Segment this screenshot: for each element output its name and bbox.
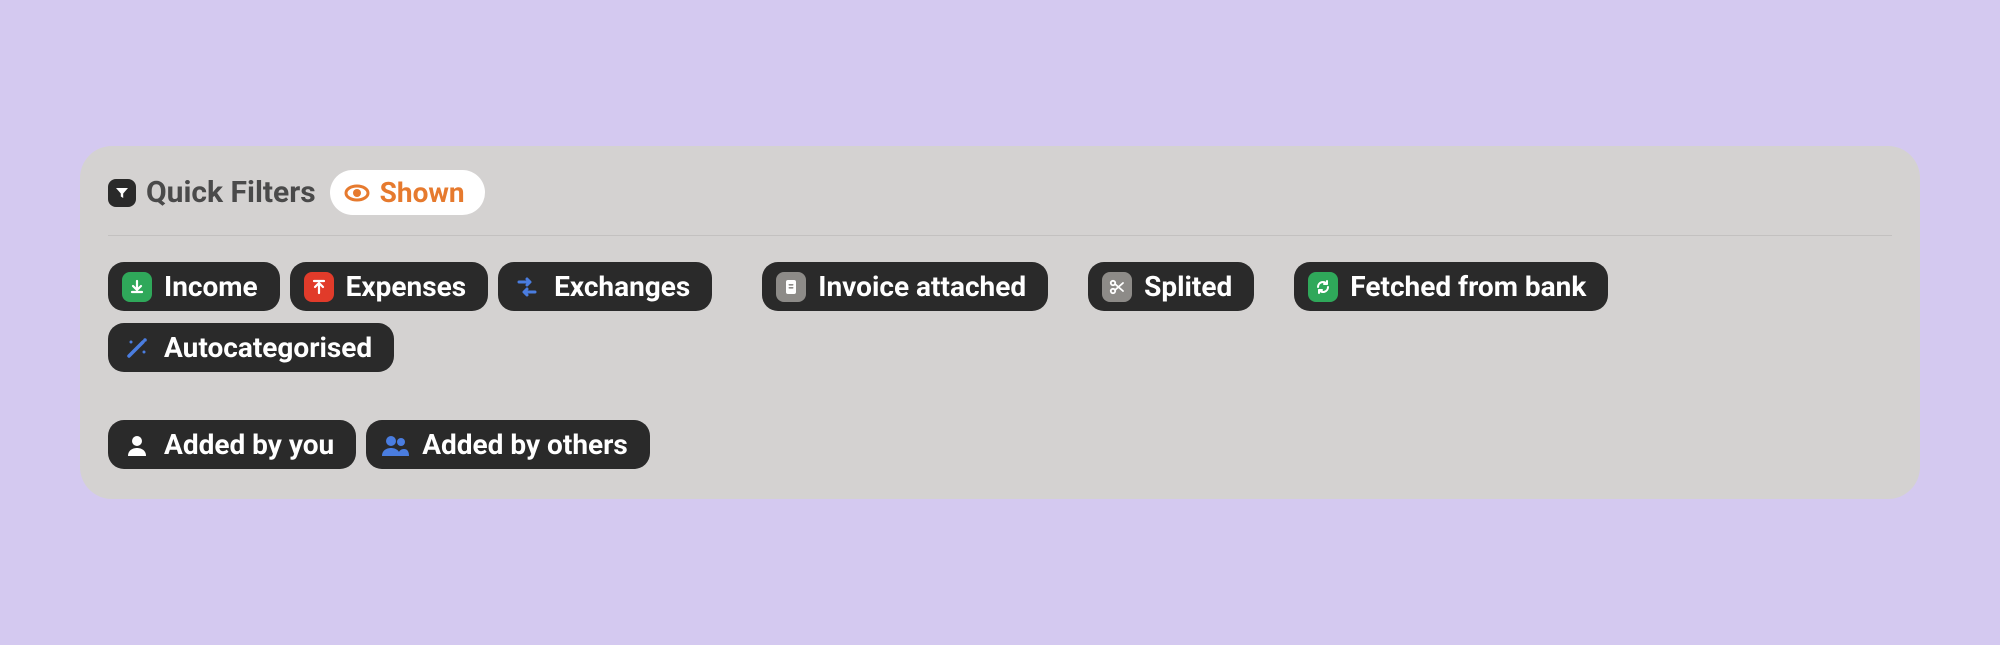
exchange-icon xyxy=(512,272,542,302)
shown-toggle[interactable]: Shown xyxy=(330,170,485,215)
filter-chips-row: Income Expenses Exchanges xyxy=(108,262,1892,469)
filter-chip-expenses[interactable]: Expenses xyxy=(290,262,488,311)
invoice-icon xyxy=(776,272,806,302)
filter-chip-added-by-others[interactable]: Added by others xyxy=(366,420,650,469)
scissors-icon xyxy=(1102,272,1132,302)
chip-label: Income xyxy=(164,270,258,303)
user-icon xyxy=(122,430,152,460)
chip-label: Autocategorised xyxy=(164,331,372,364)
chip-label: Fetched from bank xyxy=(1350,270,1586,303)
quick-filters-panel: Quick Filters Shown Income xyxy=(80,146,1920,499)
chip-label: Added by you xyxy=(164,428,334,461)
chip-label: Splited xyxy=(1144,270,1232,303)
eye-icon xyxy=(344,180,370,206)
filter-chip-splited[interactable]: Splited xyxy=(1088,262,1254,311)
quick-filters-header: Quick Filters Shown xyxy=(108,170,1892,236)
users-icon xyxy=(380,430,410,460)
chip-label: Invoice attached xyxy=(818,270,1026,303)
filter-chip-exchanges[interactable]: Exchanges xyxy=(498,262,712,311)
chip-label: Expenses xyxy=(346,270,466,303)
shown-label: Shown xyxy=(380,176,465,209)
filter-icon xyxy=(108,179,136,207)
filter-chip-invoice-attached[interactable]: Invoice attached xyxy=(762,262,1048,311)
quick-filters-title: Quick Filters xyxy=(146,175,316,210)
filter-chip-income[interactable]: Income xyxy=(108,262,280,311)
filter-chip-added-by-you[interactable]: Added by you xyxy=(108,420,356,469)
chip-label: Exchanges xyxy=(554,270,690,303)
magic-wand-icon xyxy=(122,333,152,363)
arrow-down-icon xyxy=(122,272,152,302)
chip-label: Added by others xyxy=(422,428,628,461)
arrow-up-icon xyxy=(304,272,334,302)
refresh-icon xyxy=(1308,272,1338,302)
filter-chip-autocategorised[interactable]: Autocategorised xyxy=(108,323,394,372)
filter-chip-fetched-from-bank[interactable]: Fetched from bank xyxy=(1294,262,1608,311)
